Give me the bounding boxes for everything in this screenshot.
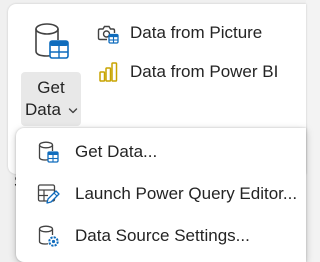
excel-ribbon-screenshot: Get Data Data from Picture Data from Pow…: [0, 0, 306, 262]
menu-item-get-data-label: Get Data...: [75, 142, 158, 161]
get-data-button[interactable]: Get Data: [21, 72, 81, 126]
get-data-label-line1: Get: [37, 78, 65, 97]
database-table-icon: [38, 141, 59, 163]
data-from-picture-button[interactable]: Data from Picture: [96, 19, 262, 47]
menu-item-launch-power-query-editor[interactable]: Launch Power Query Editor...: [16, 174, 306, 214]
data-from-power-bi-button[interactable]: Data from Power BI: [96, 58, 278, 86]
power-bi-icon: [99, 62, 118, 82]
menu-item-launch-power-query-editor-label: Launch Power Query Editor...: [75, 184, 298, 203]
database-settings-icon: [38, 225, 59, 247]
menu-item-get-data[interactable]: Get Data...: [16, 132, 306, 172]
picture-data-icon: [97, 25, 119, 44]
chevron-down-icon: [68, 108, 78, 114]
data-from-power-bi-label: Data from Power BI: [130, 62, 279, 81]
get-data-dropdown-menu: Get Data... Launch Power Query Editor...: [16, 128, 306, 262]
data-from-picture-label: Data from Picture: [130, 23, 263, 42]
table-edit-icon: [37, 184, 60, 204]
menu-item-data-source-settings-label: Data Source Settings...: [75, 226, 250, 245]
get-data-label-line2: Data: [25, 100, 61, 119]
database-table-icon[interactable]: [30, 20, 72, 66]
menu-item-data-source-settings[interactable]: Data Source Settings...: [16, 216, 306, 256]
